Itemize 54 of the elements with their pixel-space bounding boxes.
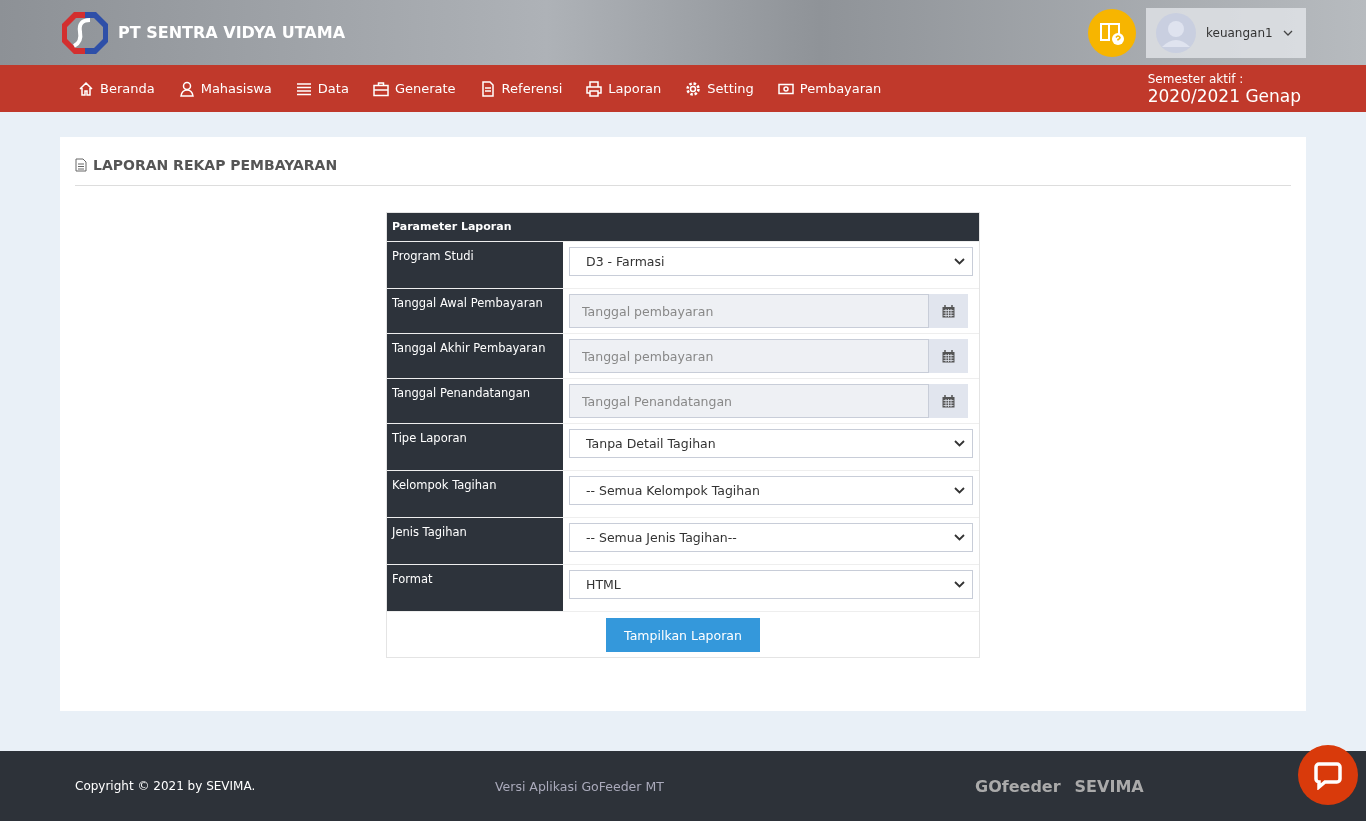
- chevron-down-icon: [954, 258, 965, 265]
- chevron-down-icon: [954, 440, 965, 447]
- field-label: Tanggal Penandatangan: [387, 379, 563, 423]
- list-icon: [295, 80, 312, 97]
- footer-logo: GOfeeder: [975, 776, 1061, 796]
- show-report-button[interactable]: Tampilkan Laporan: [606, 618, 760, 652]
- form-heading: Parameter Laporan: [387, 213, 979, 241]
- nav-item[interactable]: Referensi: [479, 80, 563, 97]
- chevron-down-icon: [954, 487, 965, 494]
- date-field[interactable]: Tanggal Penandatangan: [569, 384, 929, 418]
- user-menu[interactable]: keuangan1: [1146, 7, 1306, 58]
- field-label: Format: [387, 565, 563, 611]
- brand-name: PT SENTRA VIDYA UTAMA: [118, 23, 346, 42]
- field-label: Tipe Laporan: [387, 424, 563, 470]
- chevron-down-icon: [954, 581, 965, 588]
- nav-item[interactable]: Beranda: [78, 80, 155, 97]
- person-icon: [178, 80, 195, 97]
- footer-logo: SEVIMA: [1074, 776, 1144, 796]
- nav-item[interactable]: Setting: [685, 80, 754, 97]
- semester-value: 2020/2021 Genap: [1147, 85, 1301, 106]
- nav-item[interactable]: Data: [295, 80, 349, 97]
- chevron-down-icon: [954, 534, 965, 541]
- nav-item[interactable]: Generate: [372, 80, 456, 97]
- field-label: Program Studi: [387, 242, 563, 288]
- home-icon: [78, 80, 94, 97]
- calendar-icon[interactable]: [929, 339, 968, 373]
- select-field[interactable]: -- Semua Kelompok Tagihan: [569, 476, 973, 505]
- chevron-down-icon: [1282, 29, 1293, 36]
- select-field[interactable]: -- Semua Jenis Tagihan--: [569, 523, 973, 552]
- logo-icon: [60, 9, 110, 56]
- document-icon: [479, 80, 496, 97]
- field-label: Tanggal Awal Pembayaran: [387, 289, 563, 333]
- nav-item[interactable]: Mahasiswa: [178, 80, 272, 97]
- nav-item[interactable]: Pembayaran: [777, 80, 882, 97]
- page-title: LAPORAN REKAP PEMBAYARAN: [93, 157, 338, 173]
- briefcase-icon: [372, 80, 389, 97]
- select-field[interactable]: D3 - Farmasi: [569, 247, 973, 276]
- printer-icon: [586, 80, 603, 97]
- version-text: Versi Aplikasi GoFeeder MT: [495, 778, 665, 794]
- chat-icon[interactable]: [1298, 745, 1358, 805]
- date-field[interactable]: Tanggal pembayaran: [569, 339, 929, 373]
- select-field[interactable]: Tanpa Detail Tagihan: [569, 429, 973, 458]
- date-field[interactable]: Tanggal pembayaran: [569, 294, 929, 328]
- select-field[interactable]: HTML: [569, 570, 973, 599]
- field-label: Tanggal Akhir Pembayaran: [387, 334, 563, 378]
- nav-item[interactable]: Laporan: [586, 80, 662, 97]
- semester-label: Semester aktif :: [1147, 71, 1245, 86]
- calendar-icon[interactable]: [929, 384, 968, 418]
- copyright-text: Copyright © 2021 by SEVIMA.: [75, 779, 257, 793]
- calendar-icon[interactable]: [929, 294, 968, 328]
- field-label: Jenis Tagihan: [387, 518, 563, 564]
- gear-icon: [685, 80, 702, 97]
- document-icon: [75, 158, 87, 172]
- field-label: Kelompok Tagihan: [387, 471, 563, 517]
